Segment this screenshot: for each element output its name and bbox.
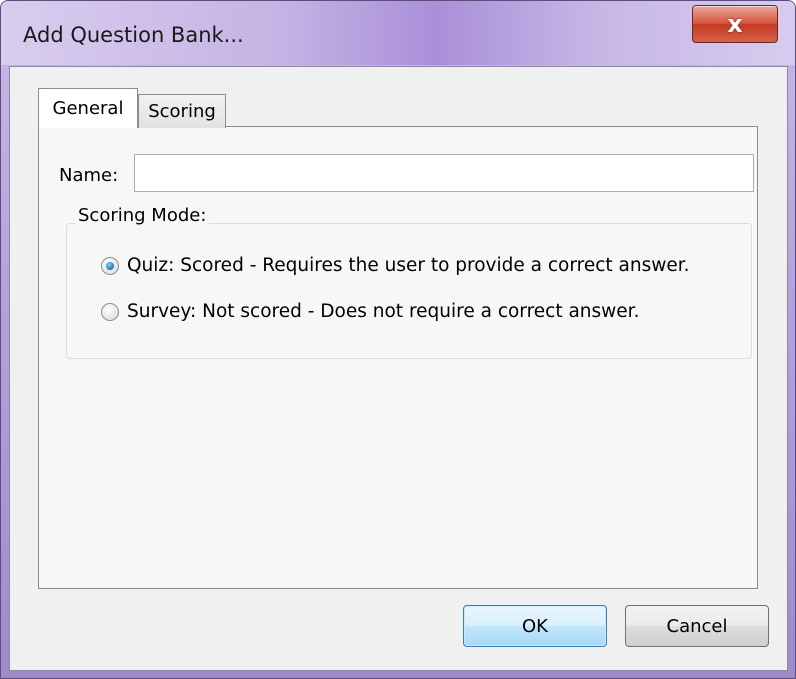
quiz-option-label: Quiz: Scored - Requires the user to prov… xyxy=(127,255,690,276)
survey-option[interactable]: Survey: Not scored - Does not require a … xyxy=(101,301,639,322)
close-button[interactable]: x xyxy=(692,5,778,43)
name-input[interactable] xyxy=(134,154,754,192)
ok-button[interactable]: OK xyxy=(463,605,607,647)
tab-scoring[interactable]: Scoring xyxy=(138,94,226,128)
close-icon: x xyxy=(727,10,743,38)
cancel-button[interactable]: Cancel xyxy=(625,605,769,647)
scoring-mode-legend: Scoring Mode: xyxy=(75,205,210,226)
window-title: Add Question Bank... xyxy=(23,23,244,47)
radio-selected-dot xyxy=(106,261,114,270)
title-bar[interactable]: Add Question Bank... x xyxy=(1,1,795,65)
scoring-mode-group xyxy=(66,223,752,359)
dialog-body: General Scoring Name: Scoring Mode: Quiz… xyxy=(9,66,788,671)
name-label: Name: xyxy=(59,165,119,186)
survey-radio[interactable] xyxy=(101,302,119,321)
quiz-option[interactable]: Quiz: Scored - Requires the user to prov… xyxy=(101,255,690,276)
tab-general[interactable]: General xyxy=(38,88,138,128)
tab-page-general: Name: Scoring Mode: Quiz: Scored - Requi… xyxy=(38,126,758,589)
dialog-window: Add Question Bank... x General Scoring N… xyxy=(0,0,796,679)
survey-option-label: Survey: Not scored - Does not require a … xyxy=(127,301,640,322)
quiz-radio[interactable] xyxy=(101,256,119,275)
